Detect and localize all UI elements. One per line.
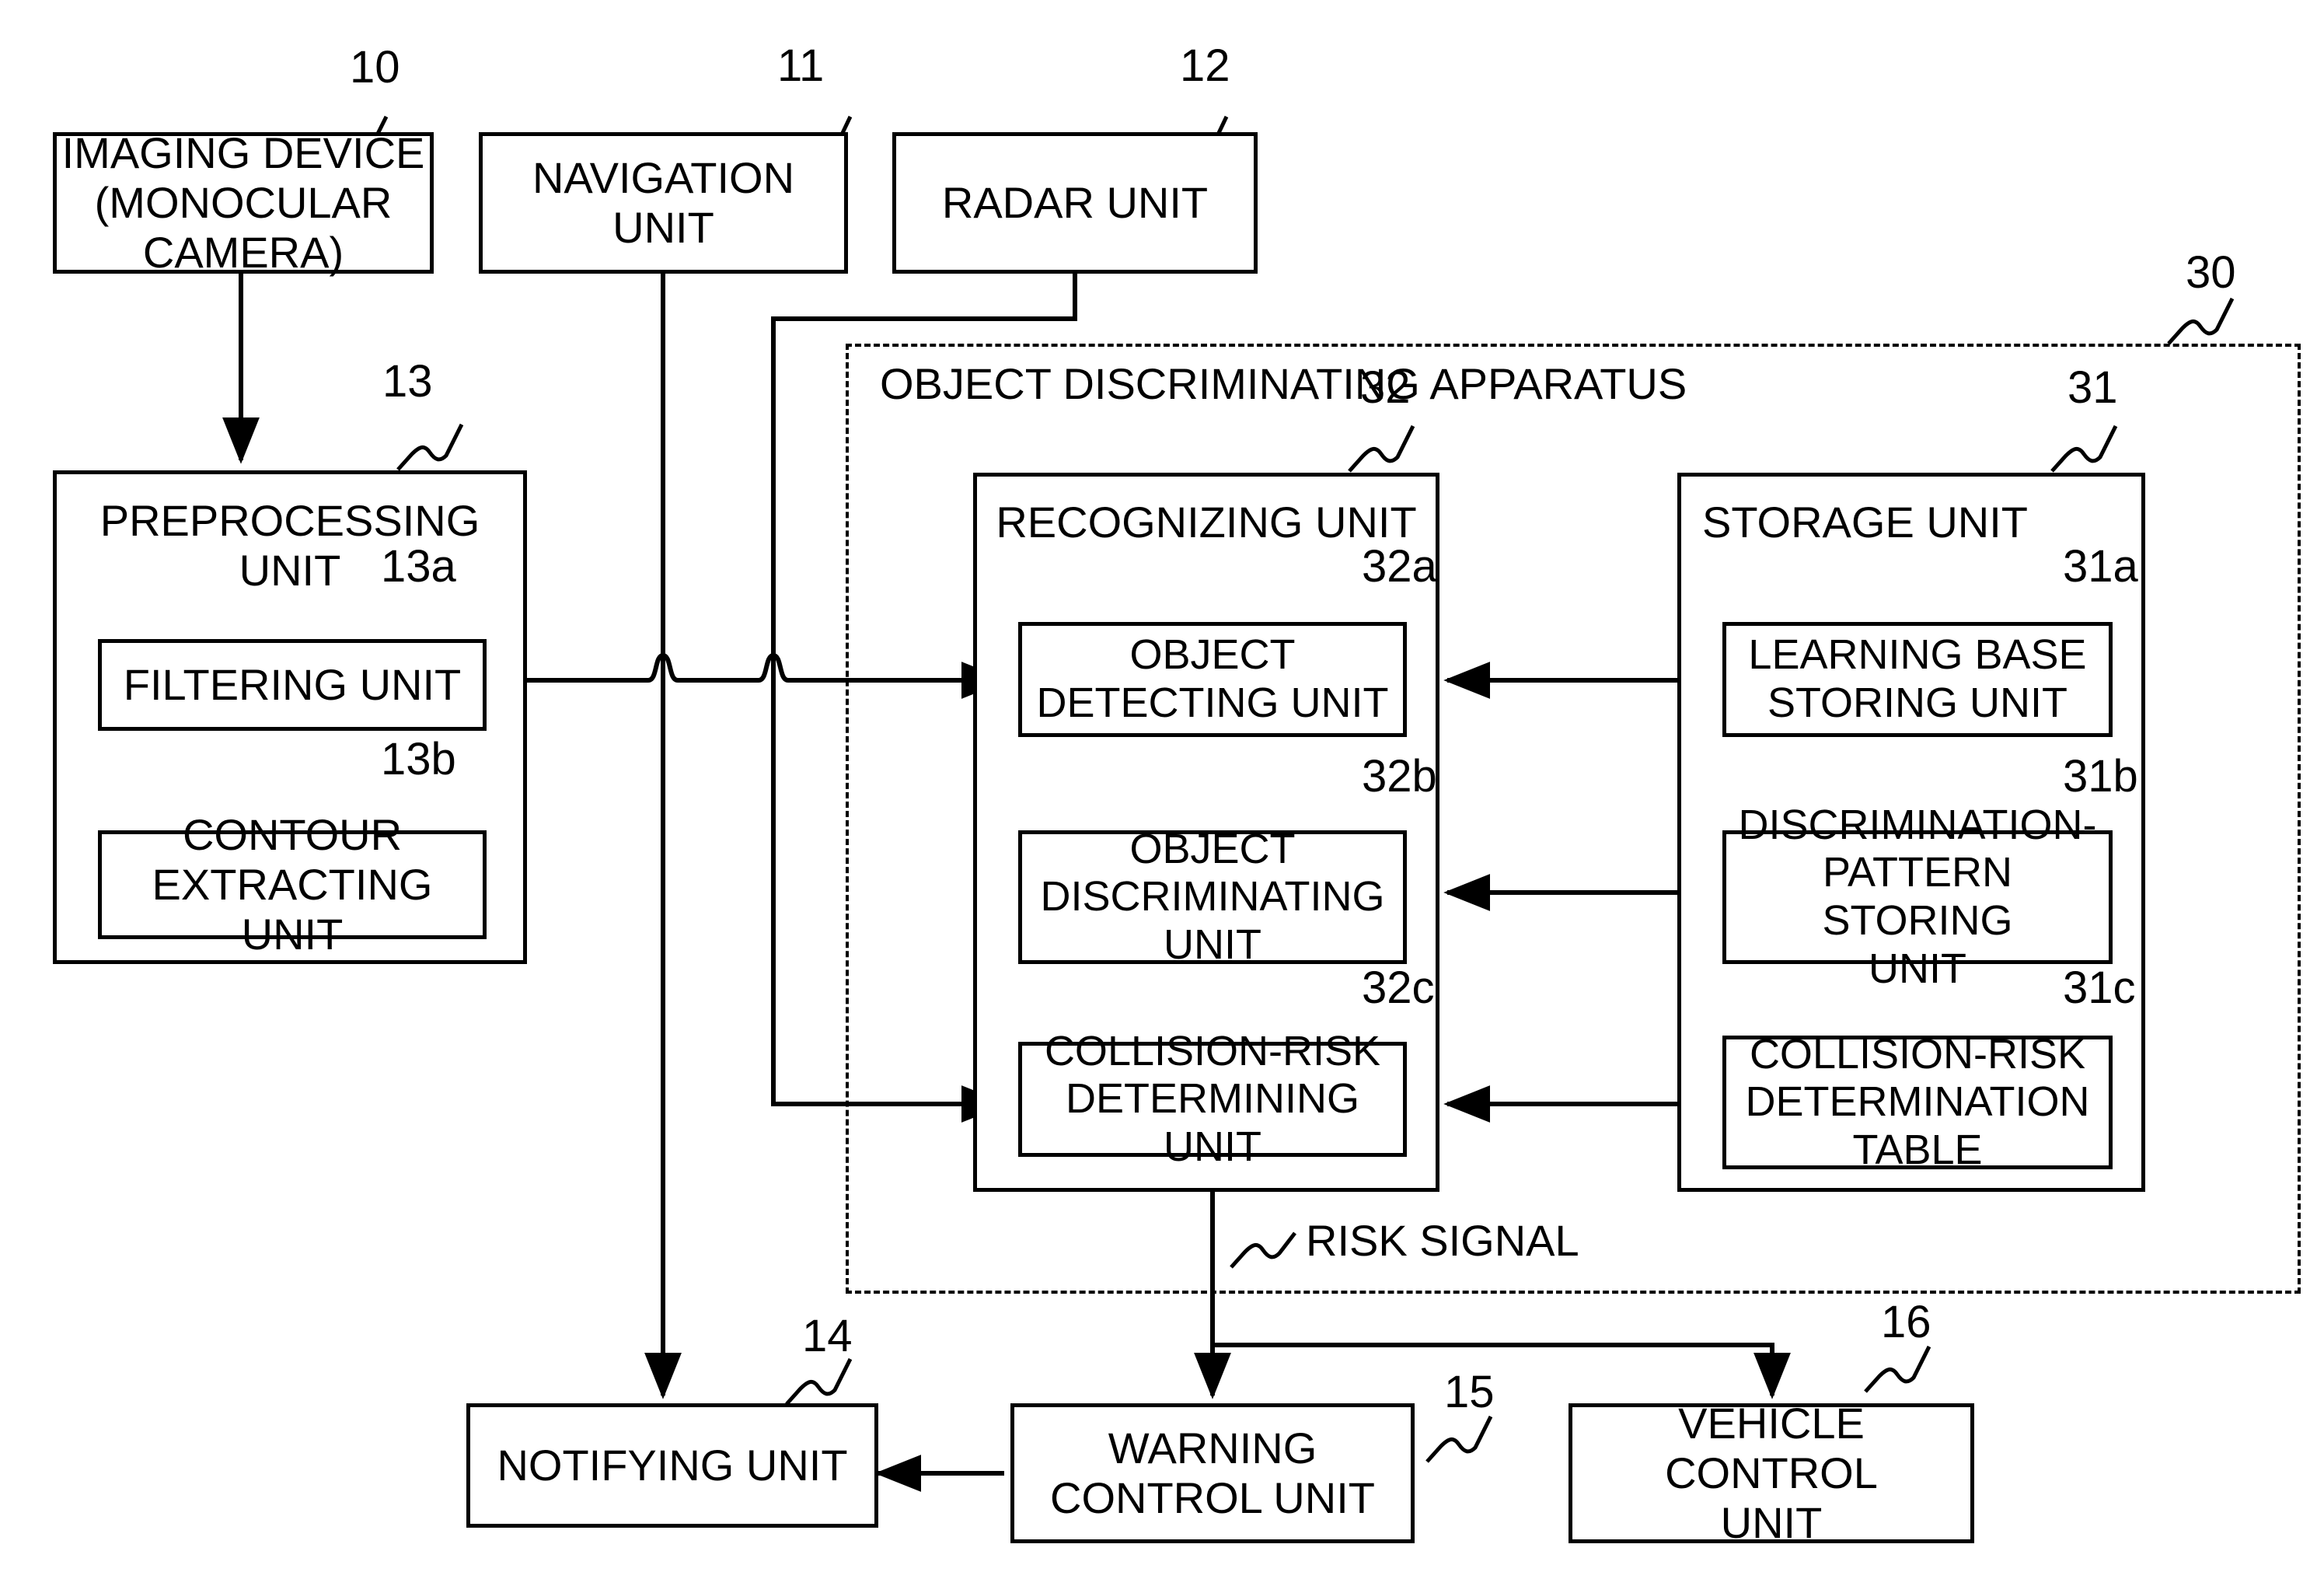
navigation-unit-label: NAVIGATION UNIT [532,153,795,252]
notifying-unit-block[interactable]: NOTIFYING UNIT [466,1403,878,1528]
ref-32a: 32a [1362,541,1437,592]
contour-extracting-unit-block[interactable]: CONTOUR EXTRACTING UNIT [98,810,487,959]
filtering-unit-block[interactable]: FILTERING UNIT [98,639,487,731]
object-detecting-unit-label: OBJECT DETECTING UNIT [1036,631,1389,726]
vehicle-control-unit-block[interactable]: VEHICLE CONTROL UNIT [1569,1399,1974,1547]
discrimination-pattern-storing-unit-block[interactable]: DISCRIMINATION- PATTERN STORING UNIT [1722,802,2113,992]
learning-base-storing-unit-label: LEARNING BASE STORING UNIT [1748,631,2087,726]
ref-13: 13 [382,356,433,407]
object-discriminating-unit-label: OBJECT DISCRIMINATING UNIT [1040,825,1385,968]
notifying-unit-label: NOTIFYING UNIT [497,1441,848,1490]
storage-unit-title: STORAGE UNIT [1702,498,2029,547]
ref-15: 15 [1444,1367,1495,1417]
imaging-device-block[interactable]: IMAGING DEVICE (MONOCULAR CAMERA) [53,128,434,277]
radar-unit-label: RADAR UNIT [941,178,1209,228]
ref-11: 11 [777,40,825,91]
ref-31: 31 [2068,362,2118,413]
risk-signal-label: RISK SIGNAL [1306,1216,1579,1265]
discrimination-pattern-storing-unit-label: DISCRIMINATION- PATTERN STORING UNIT [1738,801,2097,992]
ref-13b: 13b [381,734,456,784]
collision-risk-determining-unit-label: COLLISION-RISK DETERMINING UNIT [1044,1027,1381,1170]
ref-14: 14 [802,1311,853,1361]
ref-31c: 31c [2063,962,2136,1013]
collision-risk-determination-table-label: COLLISION-RISK DETERMINATION TABLE [1745,1030,2090,1173]
recognizing-unit-title: RECOGNIZING UNIT [996,498,1417,547]
ref-32b: 32b [1362,751,1437,802]
apparatus-title: OBJECT DISCRIMINATING APPARATUS [880,359,1687,408]
ref-32c: 32c [1362,962,1435,1013]
contour-extracting-unit-label: CONTOUR EXTRACTING UNIT [152,810,433,959]
ref-13a: 13a [381,541,456,592]
ref-30: 30 [2186,247,2236,298]
ref-31a: 31a [2063,541,2138,592]
collision-risk-determination-table-block[interactable]: COLLISION-RISK DETERMINATION TABLE [1722,1031,2113,1173]
object-detecting-unit-block[interactable]: OBJECT DETECTING UNIT [1018,622,1407,737]
ref-10: 10 [350,42,400,93]
navigation-unit-block[interactable]: NAVIGATION UNIT [479,132,848,274]
radar-unit-block[interactable]: RADAR UNIT [892,132,1258,274]
collision-risk-determining-unit-block[interactable]: COLLISION-RISK DETERMINING UNIT [1018,1028,1407,1170]
warning-control-unit-label: WARNING CONTROL UNIT [1050,1424,1375,1522]
filtering-unit-label: FILTERING UNIT [123,660,462,710]
ref-16: 16 [1881,1297,1931,1347]
vehicle-control-unit-label: VEHICLE CONTROL UNIT [1665,1399,1878,1547]
imaging-device-label: IMAGING DEVICE (MONOCULAR CAMERA) [61,128,425,277]
ref-12: 12 [1180,40,1230,91]
patent-block-diagram: 10 11 12 13 13a 13b 32 32a 32b 32c 31 31… [0,0,2324,1593]
warning-control-unit-block[interactable]: WARNING CONTROL UNIT [1010,1403,1415,1543]
ref-31b: 31b [2063,751,2138,802]
object-discriminating-unit-block[interactable]: OBJECT DISCRIMINATING UNIT [1018,826,1407,968]
learning-base-storing-unit-block[interactable]: LEARNING BASE STORING UNIT [1722,622,2113,737]
